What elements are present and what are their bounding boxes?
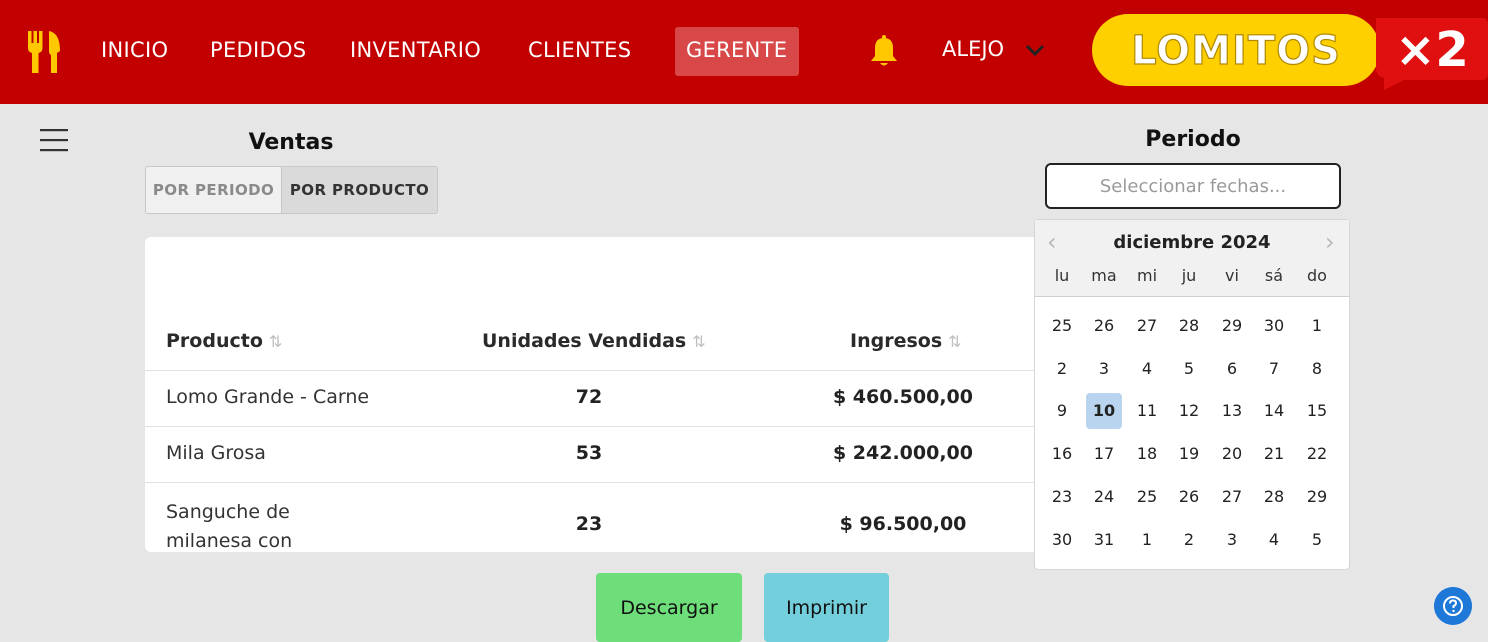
calendar-day[interactable]: 12 (1171, 393, 1207, 429)
calendar-day[interactable]: 26 (1171, 479, 1207, 515)
column-header-producto[interactable]: Producto ⇅ (166, 330, 282, 352)
calendar-day[interactable]: 3 (1086, 351, 1122, 387)
help-icon[interactable] (1434, 587, 1472, 625)
row-divider (145, 426, 1050, 427)
header-label: Producto (166, 330, 263, 352)
calendar-day[interactable]: 19 (1171, 436, 1207, 472)
column-header-unidades[interactable]: Unidades Vendidas ⇅ (482, 330, 706, 352)
tab-por-producto[interactable]: POR PRODUCTO (282, 167, 437, 213)
cell-product: Sanguche de milanesa con papas (166, 501, 293, 552)
sales-table: Producto ⇅ Unidades Vendidas ⇅ Ingresos ⇅ L… (145, 237, 1050, 552)
calendar-day[interactable]: 29 (1214, 308, 1250, 344)
calendar-day[interactable]: 18 (1129, 436, 1165, 472)
calendar-day[interactable]: 2 (1044, 351, 1080, 387)
bell-icon[interactable] (867, 34, 901, 68)
nav-inicio[interactable]: INICIO (101, 38, 168, 62)
calendar-day[interactable]: 11 (1129, 393, 1165, 429)
calendar-day[interactable]: 13 (1214, 393, 1250, 429)
calendar-day[interactable]: 22 (1299, 436, 1335, 472)
header-label: Unidades Vendidas (482, 330, 687, 352)
user-menu[interactable]: ALEJO (942, 37, 1004, 61)
nav-pedidos[interactable]: PEDIDOS (210, 38, 306, 62)
date-range-input[interactable] (1045, 163, 1341, 209)
cell-income: $ 460.500,00 (832, 386, 974, 408)
weekday-label: lu (1054, 266, 1070, 285)
calendar-day[interactable]: 30 (1256, 308, 1292, 344)
calendar-day[interactable]: 30 (1044, 522, 1080, 558)
calendar-day[interactable]: 4 (1129, 351, 1165, 387)
svg-text:×2: ×2 (1395, 22, 1469, 78)
calendar-day[interactable]: 27 (1214, 479, 1250, 515)
row-divider (145, 370, 1050, 371)
date-picker-calendar: ‹ diciembre 2024 › lu ma mi ju vi sá do 25 26 27… (1034, 219, 1350, 570)
cell-product: Mila Grosa (166, 442, 266, 464)
calendar-day[interactable]: 28 (1171, 308, 1207, 344)
weekday-label: vi (1225, 266, 1239, 285)
calendar-day[interactable]: 24 (1086, 479, 1122, 515)
calendar-day[interactable]: 26 (1086, 308, 1122, 344)
calendar-day[interactable]: 17 (1086, 436, 1122, 472)
sort-icon[interactable]: ⇅ (692, 332, 705, 351)
weekday-label: ma (1091, 266, 1117, 285)
next-month-icon[interactable]: › (1325, 228, 1335, 256)
calendar-day[interactable]: 20 (1214, 436, 1250, 472)
calendar-day[interactable]: 6 (1214, 351, 1250, 387)
calendar-day[interactable]: 4 (1256, 522, 1292, 558)
sort-icon[interactable]: ⇅ (948, 332, 961, 351)
cell-units: 23 (575, 513, 603, 535)
calendar-day[interactable]: 27 (1129, 308, 1165, 344)
calendar-day[interactable]: 7 (1256, 351, 1292, 387)
weekday-label: sá (1264, 266, 1284, 285)
cell-income: $ 242.000,00 (832, 442, 974, 464)
tab-por-periodo[interactable]: POR PERIODO (146, 167, 283, 213)
calendar-day-selected[interactable]: 10 (1086, 393, 1122, 430)
calendar-day[interactable]: 1 (1299, 308, 1335, 344)
print-button[interactable]: Imprimir (764, 573, 889, 642)
calendar-day[interactable]: 14 (1256, 393, 1292, 429)
weekday-label: ju (1181, 266, 1197, 285)
calendar-day[interactable]: 15 (1299, 393, 1335, 429)
cell-units: 72 (575, 386, 603, 408)
download-button[interactable]: Descargar (596, 573, 742, 642)
fork-knife-icon[interactable] (24, 31, 64, 73)
svg-text:LOMITOS: LOMITOS (1131, 28, 1341, 74)
nav-clientes[interactable]: CLIENTES (528, 38, 631, 62)
calendar-day[interactable]: 23 (1044, 479, 1080, 515)
ventas-title: Ventas (248, 130, 334, 155)
column-header-ingresos[interactable]: Ingresos ⇅ (850, 330, 962, 352)
header-label: Ingresos (850, 330, 943, 352)
calendar-header: ‹ diciembre 2024 › lu ma mi ju vi sá do (1035, 220, 1349, 297)
weekday-label: mi (1136, 266, 1158, 285)
cell-units: 53 (575, 442, 603, 464)
chevron-down-icon[interactable] (1024, 40, 1046, 60)
calendar-day[interactable]: 5 (1171, 351, 1207, 387)
calendar-day[interactable]: 1 (1129, 522, 1165, 558)
sort-icon[interactable]: ⇅ (269, 332, 282, 351)
calendar-day[interactable]: 16 (1044, 436, 1080, 472)
hamburger-menu-icon[interactable] (38, 127, 70, 153)
calendar-day[interactable]: 29 (1299, 479, 1335, 515)
calendar-month-label: diciembre 2024 (1113, 232, 1271, 253)
calendar-day[interactable]: 3 (1214, 522, 1250, 558)
calendar-day[interactable]: 28 (1256, 479, 1292, 515)
calendar-day[interactable]: 25 (1044, 308, 1080, 344)
calendar-day[interactable]: 2 (1171, 522, 1207, 558)
calendar-day[interactable]: 8 (1299, 351, 1335, 387)
weekday-label: do (1307, 266, 1327, 285)
calendar-day[interactable]: 31 (1086, 522, 1122, 558)
row-divider (145, 482, 1050, 483)
top-navigation-bar: INICIO PEDIDOS INVENTARIO CLIENTES GEREN… (0, 0, 1488, 104)
cell-product: Lomo Grande - Carne (166, 386, 370, 408)
periodo-title: Periodo (1145, 127, 1241, 152)
cell-income: $ 96.500,00 (839, 513, 967, 535)
calendar-day[interactable]: 25 (1129, 479, 1165, 515)
lomitos-logo: LOMITOS ×2 (1092, 14, 1488, 90)
calendar-day[interactable]: 5 (1299, 522, 1335, 558)
calendar-day[interactable]: 9 (1044, 393, 1080, 429)
nav-inventario[interactable]: INVENTARIO (350, 38, 481, 62)
nav-gerente[interactable]: GERENTE (686, 38, 787, 62)
ventas-view-toggle: POR PERIODO POR PRODUCTO (145, 166, 438, 214)
calendar-day[interactable]: 21 (1256, 436, 1292, 472)
